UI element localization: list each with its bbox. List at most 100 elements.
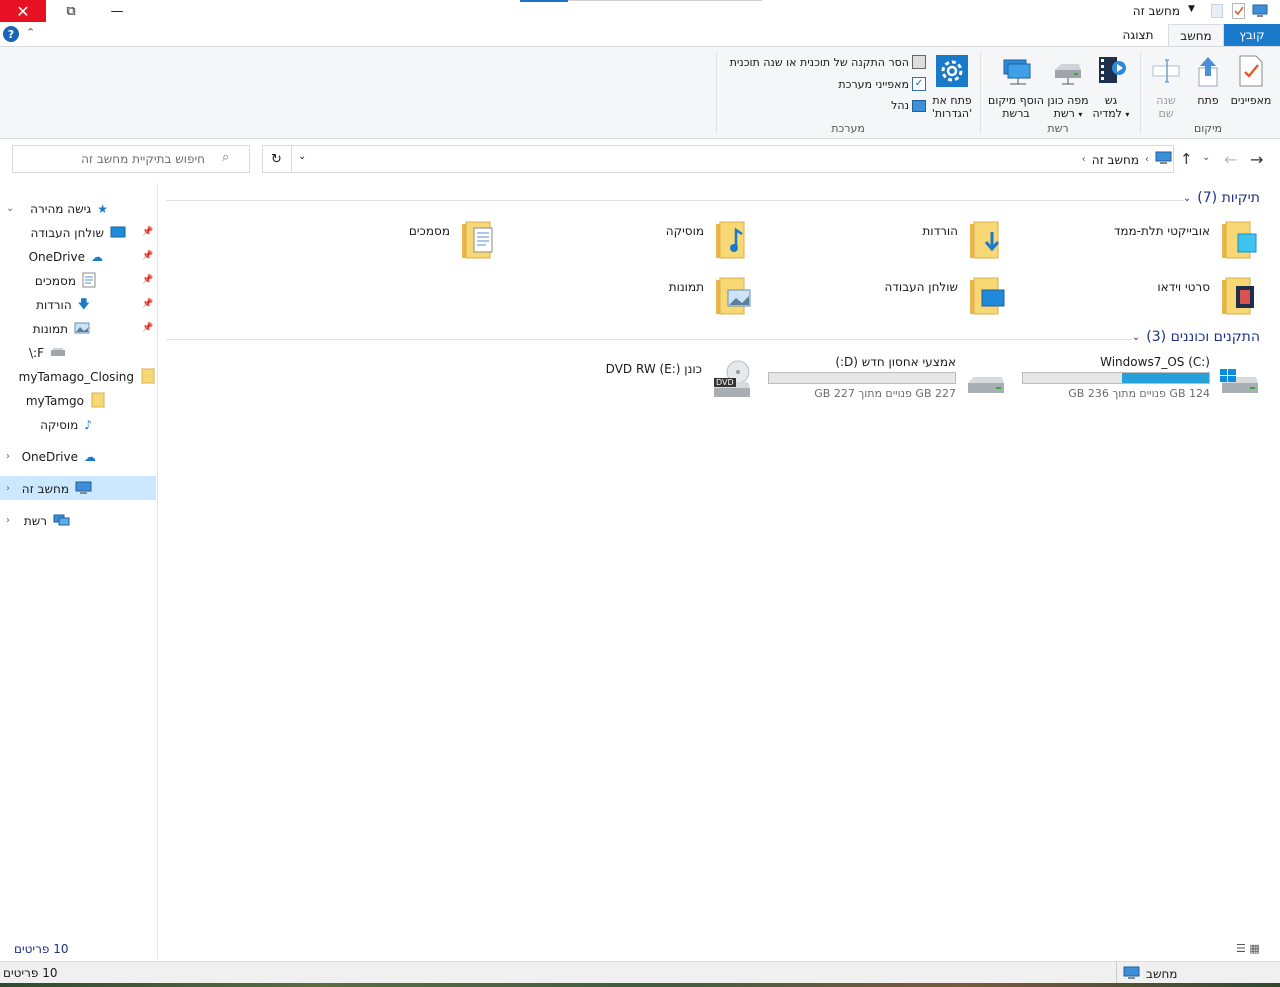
nav-network[interactable]: רשת xyxy=(24,509,70,533)
nav-item-label: הורדות xyxy=(36,298,72,312)
pin-icon[interactable]: 📌 xyxy=(142,275,153,285)
nav-item[interactable]: myTamgo xyxy=(26,389,106,413)
nav-item[interactable]: ♪ מוסיקה xyxy=(40,413,92,437)
restore-button[interactable]: ⧉ xyxy=(48,0,94,22)
folder-label: מוסיקה xyxy=(665,224,704,238)
tab-computer[interactable]: מחשב xyxy=(1168,24,1224,46)
nav-item[interactable]: 🡇 הורדות xyxy=(36,293,90,317)
folder-tile[interactable]: שולחן העבודה xyxy=(885,274,1008,321)
pin-icon[interactable]: 📌 xyxy=(142,323,153,333)
help-button[interactable]: ? xyxy=(3,26,19,42)
details-view-icon[interactable]: ☰ xyxy=(1236,942,1246,955)
qat-properties-icon[interactable] xyxy=(1232,3,1245,19)
folder-tile[interactable]: סרטי וידאו xyxy=(1157,274,1260,321)
back-arrow-icon[interactable]: → xyxy=(1250,150,1263,169)
view-toggle[interactable]: ☰ ▦ xyxy=(1236,942,1260,955)
uninstall-program-button[interactable]: הסר התקנה של תוכנית או שנה תוכנית xyxy=(730,55,926,69)
pictures-folder-icon xyxy=(712,274,754,321)
open-settings-button[interactable]: פתח את 'הגדרות' xyxy=(928,54,976,120)
nav-this-pc[interactable]: מחשב זה xyxy=(22,477,92,501)
section-collapse-chevron-icon: ⌄ xyxy=(1131,331,1141,343)
breadcrumb-chevron-icon[interactable]: › xyxy=(1145,154,1149,165)
tab-view[interactable]: תצוגה xyxy=(1112,24,1164,46)
network-icon xyxy=(53,513,70,530)
pin-icon[interactable]: 📌 xyxy=(142,227,153,237)
documents-folder-icon xyxy=(458,218,500,265)
tab-file[interactable]: קובץ xyxy=(1224,24,1280,46)
map-drive-icon xyxy=(1046,54,1090,91)
this-pc-breadcrumb-icon xyxy=(1155,151,1172,168)
breadcrumb-item-this-pc[interactable]: מחשב זה xyxy=(1092,153,1139,167)
nav-item[interactable]: שולחן העבודה xyxy=(31,221,126,245)
add-network-location-button[interactable]: הוסף מיקום ברשת xyxy=(986,54,1046,120)
section-divider xyxy=(166,200,1184,201)
group-label-system: מערכת xyxy=(831,122,865,135)
section-header-devices[interactable]: התקנים וכוננים (3) ⌄ xyxy=(1132,329,1260,345)
folder-label: סרטי וידאו xyxy=(1157,280,1210,294)
collapse-chevron-icon[interactable]: › xyxy=(6,483,10,494)
pin-icon[interactable]: 📌 xyxy=(142,299,153,309)
search-input[interactable]: חיפוש בתיקיית מחשב זה xyxy=(12,145,250,173)
item-count-status: 10 פריטים xyxy=(14,942,69,956)
drive-icon xyxy=(50,345,66,362)
nav-item[interactable]: myTamago_Closing xyxy=(19,365,156,389)
collapse-chevron-icon[interactable]: › xyxy=(6,515,10,526)
media-icon xyxy=(1090,54,1132,91)
section-header-folders[interactable]: תיקיות (7) ⌄ xyxy=(1183,190,1260,206)
system-properties-button[interactable]: ✓ מאפייני מערכת xyxy=(838,77,926,91)
open-button[interactable]: פתח xyxy=(1190,54,1226,107)
address-dropdown-icon[interactable]: ⌄ xyxy=(298,151,306,162)
recent-locations-chevron-icon[interactable]: ⌄ xyxy=(1202,152,1210,163)
up-arrow-icon[interactable]: ↑ xyxy=(1180,150,1193,168)
nav-item[interactable]: מסמכים xyxy=(35,269,96,293)
nav-item[interactable]: F:\ xyxy=(29,341,66,365)
nav-onedrive[interactable]: ☁ OneDrive xyxy=(22,445,96,469)
dvd-drive-icon: DVD xyxy=(710,358,754,402)
computer-icon xyxy=(1123,966,1140,983)
drive-tile-d[interactable]: אמצעי אחסון חדש (D:) 227 GB פנויים מתוך … xyxy=(768,355,1008,402)
collapse-chevron-icon[interactable]: › xyxy=(6,451,10,462)
qat-new-folder-icon[interactable] xyxy=(1211,4,1223,18)
expand-chevron-icon[interactable]: ⌄ xyxy=(6,203,14,214)
nav-item-label: תמונות xyxy=(32,322,68,336)
nav-item[interactable]: ☁ OneDrive xyxy=(29,245,103,269)
videos-folder-icon xyxy=(1218,274,1260,321)
folder-tile[interactable]: מסמכים xyxy=(409,218,500,265)
folder-label: שולחן העבודה xyxy=(884,280,958,294)
refresh-icon: ↻ xyxy=(271,151,282,167)
hard-drive-icon xyxy=(964,355,1008,402)
rename-button[interactable]: שנה שם xyxy=(1148,54,1184,120)
manage-icon xyxy=(912,99,926,112)
qat-dropdown-icon[interactable]: ▼ xyxy=(1188,4,1202,18)
nav-quick-access[interactable]: ★ גישה מהירה xyxy=(30,197,108,221)
address-bar[interactable] xyxy=(262,145,1174,173)
minimize-button[interactable]: — xyxy=(94,0,140,22)
large-icons-view-icon[interactable]: ▦ xyxy=(1249,942,1259,955)
breadcrumb-chevron-icon[interactable]: › xyxy=(1082,154,1086,165)
ribbon-collapse-icon[interactable]: ⌃ xyxy=(26,26,35,39)
properties-button[interactable]: מאפיינים xyxy=(1228,54,1274,107)
access-media-button[interactable]: גש למדיה ▾ xyxy=(1090,54,1132,121)
folder-icon xyxy=(140,368,156,387)
system-properties-icon: ✓ xyxy=(912,77,926,91)
pin-icon[interactable]: 📌 xyxy=(142,251,153,261)
folder-label: הורדות xyxy=(922,224,958,238)
search-icon: ⌕ xyxy=(222,150,230,165)
folder-tile[interactable]: תמונות xyxy=(669,274,754,321)
folder-tile[interactable]: מוסיקה xyxy=(666,218,754,265)
windows-drive-icon xyxy=(1218,355,1262,402)
close-icon: ✕ xyxy=(16,1,30,21)
folder-tile[interactable]: הורדות xyxy=(922,218,1008,265)
nav-item-label: שולחן העבודה xyxy=(30,226,104,240)
map-network-drive-button[interactable]: מפה כונן רשת ▾ xyxy=(1046,54,1090,121)
forward-arrow-icon[interactable]: ← xyxy=(1224,150,1237,169)
close-button[interactable]: ✕ xyxy=(0,0,46,22)
drive-tile-e[interactable]: DVD כונן DVD RW (E:) xyxy=(606,358,754,402)
drive-tile-c[interactable]: Windows7_OS (C:) 124 GB פנויים מתוך 236 … xyxy=(1022,355,1262,402)
refresh-button[interactable]: ↻ xyxy=(262,145,292,173)
rename-icon xyxy=(1148,54,1184,91)
media-dropdown-icon: ▾ xyxy=(1125,110,1130,119)
folder-tile[interactable]: אובייקטי תלת-ממד xyxy=(1114,218,1260,265)
manage-button[interactable]: נהל xyxy=(891,99,926,112)
nav-item[interactable]: תמונות xyxy=(33,317,90,341)
